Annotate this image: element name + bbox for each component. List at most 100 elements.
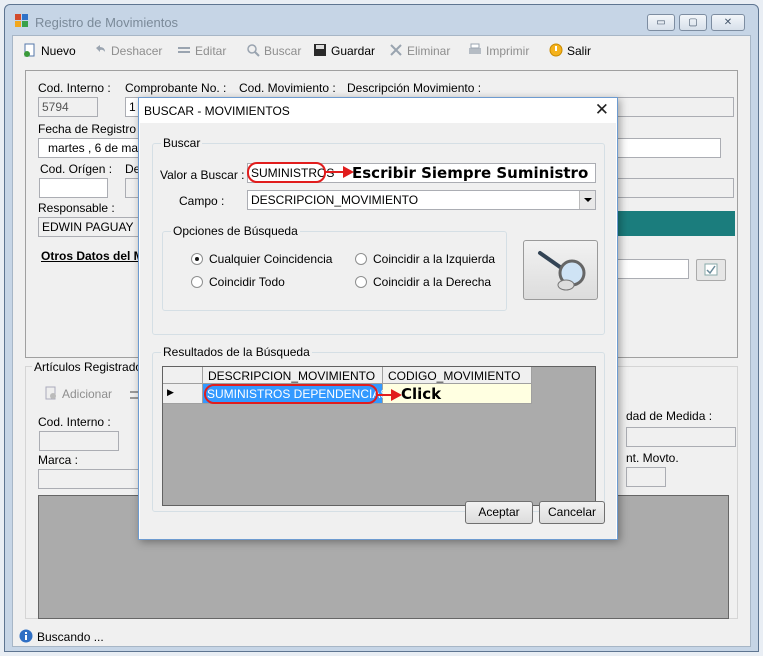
salir-label: Salir (567, 44, 592, 58)
annotation-click: Click (401, 385, 442, 403)
dialog-title-bar: BUSCAR - MOVIMIENTOS ✕ (139, 98, 617, 123)
campo-dropdown-button[interactable] (579, 191, 595, 209)
minimize-icon: ▭ (656, 17, 666, 28)
status-bar: Buscando ... (13, 626, 750, 648)
exit-icon (549, 43, 563, 60)
eliminar-button[interactable]: Eliminar (389, 42, 450, 60)
fecha-field[interactable]: martes , 6 de ma (38, 138, 148, 158)
descripcion-movimiento-label: Descripción Movimiento : (347, 81, 482, 95)
radio-dot (191, 276, 203, 288)
campo-label: Campo : (179, 194, 225, 208)
articulos-group-label: Artículos Registrados (32, 360, 151, 374)
maximize-button[interactable]: ▢ (679, 14, 707, 31)
teal-banner (616, 211, 735, 236)
deshacer-label: Deshacer (111, 44, 163, 58)
col-header-descripcion[interactable]: DESCRIPCION_MOVIMIENTO (203, 367, 383, 384)
nuevo-button[interactable]: Nuevo (23, 42, 76, 60)
editar-button[interactable]: Editar (177, 42, 226, 60)
add-item-icon (44, 386, 58, 403)
radio-derecha-label: Coincidir a la Derecha (373, 275, 492, 289)
fecha-extra-field[interactable] (616, 138, 721, 158)
cod-origen-label: Cod. Orígen : (40, 162, 113, 176)
minimize-button[interactable]: ▭ (647, 14, 675, 31)
otros-datos-field[interactable] (616, 259, 689, 279)
calendar-button[interactable] (696, 259, 726, 281)
deshacer-button[interactable]: Deshacer (93, 42, 162, 60)
art-cod-interno-field[interactable] (39, 431, 119, 451)
chevron-down-icon (580, 198, 596, 212)
close-button[interactable]: ✕ (711, 14, 745, 31)
radio-dot (191, 253, 203, 265)
close-icon: ✕ (723, 17, 733, 28)
buscar-group-label: Buscar (161, 136, 203, 150)
descripcion-movimiento-field[interactable] (616, 97, 734, 117)
campo-select[interactable]: DESCRIPCION_MOVIMIENTO (247, 190, 596, 210)
nuevo-label: Nuevo (41, 44, 76, 58)
art-cod-interno-label: Cod. Interno : (38, 415, 111, 429)
opciones-group: Opciones de Búsqueda Cualquier Coinciden… (162, 224, 507, 311)
magnifier-icon (526, 251, 596, 300)
marca-label: Marca : (38, 453, 79, 467)
fecha-label: Fecha de Registro : (38, 122, 143, 136)
arrow-annotation-2 (377, 389, 402, 401)
title-bar: Registro de Movimientos ▭ ▢ ✕ (5, 5, 758, 35)
info-icon (19, 629, 33, 646)
unidad-medida-field[interactable] (626, 427, 736, 447)
buscar-group: Buscar Valor a Buscar : SUMINISTROS Escr… (152, 136, 605, 335)
comprobante-label: Comprobante No. : (125, 81, 227, 95)
buscar-button[interactable]: Buscar (246, 42, 301, 60)
results-grid[interactable]: DESCRIPCION_MOVIMIENTO CODIGO_MOVIMIENTO… (162, 366, 596, 506)
otros-datos-label: Otros Datos del Mo (41, 249, 152, 263)
search-button[interactable] (523, 240, 598, 300)
responsable-field[interactable]: EDWIN PAGUAY (38, 217, 148, 237)
buscar-dialog: BUSCAR - MOVIMIENTOS ✕ Buscar Valor a Bu… (138, 97, 618, 540)
radio-dot (355, 276, 367, 288)
buscar-label: Buscar (264, 44, 302, 58)
imprimir-label: Imprimir (486, 44, 530, 58)
eliminar-label: Eliminar (407, 44, 451, 58)
marca-field[interactable] (38, 469, 150, 489)
salir-button[interactable]: Salir (549, 42, 591, 60)
cod-movimiento-label: Cod. Movimiento : (239, 81, 336, 95)
valor-label: Valor a Buscar : (160, 168, 245, 182)
resultados-group: Resultados de la Búsqueda DESCRIPCION_MO… (152, 345, 605, 512)
calendar-check-icon (697, 263, 725, 283)
responsable-label: Responsable : (38, 201, 115, 215)
resultados-group-label: Resultados de la Búsqueda (161, 345, 312, 359)
radio-dot (355, 253, 367, 265)
origen-extra-field[interactable] (616, 178, 734, 198)
cod-origen-field[interactable] (39, 178, 108, 198)
arrow-annotation-1 (325, 166, 354, 178)
valor-highlight (247, 162, 326, 183)
delete-icon (389, 43, 403, 60)
adicionar-button[interactable]: Adicionar (44, 385, 112, 403)
cancelar-button[interactable]: Cancelar (539, 501, 605, 524)
radio-izquierda[interactable]: Coincidir a la Izquierda (355, 252, 495, 266)
radio-izquierda-label: Coincidir a la Izquierda (373, 252, 496, 266)
opciones-group-label: Opciones de Búsqueda (171, 224, 300, 238)
status-text: Buscando ... (37, 630, 104, 644)
maximize-icon: ▢ (688, 17, 698, 28)
printer-icon (468, 43, 482, 60)
radio-derecha[interactable]: Coincidir a la Derecha (355, 275, 491, 289)
radio-cualquier[interactable]: Cualquier Coincidencia (191, 252, 332, 266)
cant-movto-field[interactable] (626, 467, 666, 487)
search-icon (246, 43, 260, 60)
col-header-codigo[interactable]: CODIGO_MOVIMIENTO (383, 367, 532, 384)
adicionar-label: Adicionar (62, 387, 113, 401)
annotation-escribir: Escribir Siempre Suministro (352, 164, 589, 182)
guardar-label: Guardar (331, 44, 376, 58)
cod-interno-field[interactable]: 5794 (38, 97, 98, 117)
imprimir-button[interactable]: Imprimir (468, 42, 529, 60)
row-header[interactable]: ▶ (163, 384, 203, 404)
radio-todo[interactable]: Coincidir Todo (191, 275, 285, 289)
dialog-title: BUSCAR - MOVIMIENTOS (144, 104, 290, 118)
window-title: Registro de Movimientos (35, 15, 179, 30)
save-icon (313, 43, 327, 60)
radio-todo-label: Coincidir Todo (209, 275, 285, 289)
edit-icon (177, 43, 191, 60)
dialog-close-icon[interactable]: ✕ (595, 100, 609, 120)
aceptar-button[interactable]: Aceptar (465, 501, 533, 524)
cant-movto-label: nt. Movto. (626, 451, 679, 465)
guardar-button[interactable]: Guardar (313, 42, 375, 60)
